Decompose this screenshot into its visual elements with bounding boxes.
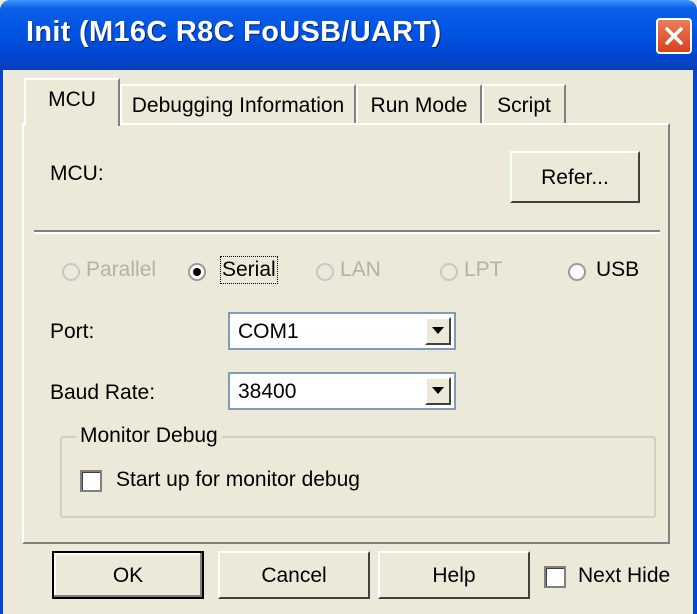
port-value: COM1 [238, 320, 299, 343]
radio-lpt[interactable] [440, 263, 458, 281]
radio-lan[interactable] [316, 263, 334, 281]
radio-parallel-label: Parallel [86, 258, 157, 281]
radio-lan-label: LAN [340, 258, 381, 281]
cancel-button-label: Cancel [261, 564, 327, 587]
baud-rate-value: 38400 [238, 380, 297, 403]
baud-rate-label: Baud Rate: [50, 381, 156, 404]
mcu-label: MCU: [50, 162, 104, 185]
baud-rate-dropdown-button[interactable] [425, 377, 451, 405]
radio-usb[interactable] [568, 263, 586, 281]
radio-usb-label: USB [596, 258, 640, 281]
radio-serial[interactable] [188, 263, 206, 281]
refer-button-label: Refer... [541, 166, 609, 189]
radio-parallel[interactable] [62, 263, 80, 281]
refer-button[interactable]: Refer... [510, 151, 640, 203]
port-select[interactable]: COM1 [228, 312, 456, 350]
baud-rate-select[interactable]: 38400 [228, 372, 456, 410]
radio-lpt-label: LPT [464, 258, 503, 281]
next-hide-checkbox[interactable] [544, 566, 566, 588]
separator [34, 230, 660, 234]
cancel-button[interactable]: Cancel [218, 551, 370, 599]
ok-button-label: OK [112, 564, 144, 587]
port-label: Port: [50, 320, 95, 343]
ok-button[interactable]: OK [52, 551, 204, 599]
help-button[interactable]: Help [378, 551, 530, 599]
monitor-debug-group-title: Monitor Debug [76, 424, 222, 448]
monitor-debug-checkbox-label: Start up for monitor debug [116, 468, 360, 491]
monitor-debug-checkbox[interactable] [80, 470, 102, 492]
port-dropdown-button[interactable] [425, 317, 451, 345]
radio-serial-label: Serial [220, 256, 278, 284]
help-button-label: Help [432, 564, 476, 587]
next-hide-label: Next Hide [578, 564, 671, 587]
radio-selected-dot [193, 268, 201, 276]
